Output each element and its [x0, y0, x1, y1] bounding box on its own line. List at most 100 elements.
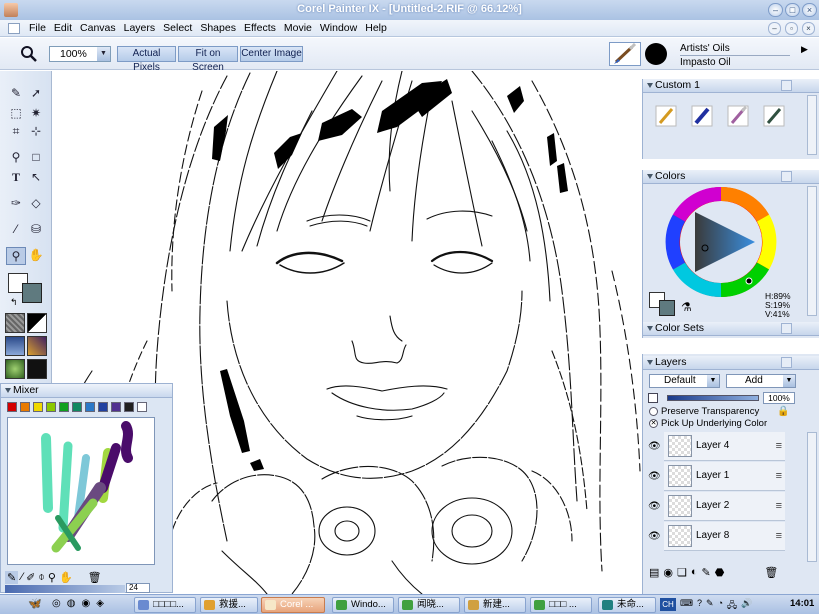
mixer-knife-icon[interactable]: ⁄ [21, 571, 23, 584]
layer-row[interactable]: Layer 1 ≡ [664, 462, 785, 491]
mixer-swatch[interactable] [33, 402, 43, 412]
help-icon[interactable]: ? [697, 598, 702, 614]
mixer-trash-icon[interactable]: 🗑 [88, 571, 102, 584]
color-sets-header[interactable]: Color Sets [643, 322, 819, 336]
nozzle-selector[interactable] [5, 359, 25, 379]
layer-row[interactable]: Layer 4 ≡ [664, 432, 785, 461]
ink-brush-icon[interactable] [689, 103, 715, 129]
mixer-swatch[interactable] [111, 402, 121, 412]
brush-selector-arrow-icon[interactable]: ▶ [801, 44, 808, 55]
layer-mask-icon[interactable]: ◐ [691, 566, 698, 579]
mixer-dropper-icon[interactable]: ✐ [26, 571, 35, 584]
taskbar-item[interactable]: Windo... [332, 597, 394, 613]
menu-select[interactable]: Select [159, 22, 196, 35]
layer-dynamic-icon[interactable]: ◉ [663, 566, 673, 579]
palette-options-icon[interactable] [781, 357, 792, 368]
color-wheel[interactable] [665, 186, 777, 298]
opacity-value[interactable]: 100% [763, 392, 795, 404]
mixer-brush-icon[interactable]: ✎ [5, 571, 19, 584]
look-selector[interactable] [27, 359, 47, 379]
close-icon[interactable]: × [802, 3, 817, 17]
quick-launch-icon[interactable]: ◎ [52, 598, 61, 609]
menu-window[interactable]: Window [316, 22, 361, 35]
grabber-icon[interactable]: ✋ [28, 247, 44, 263]
pencil-brush-icon[interactable] [653, 103, 679, 129]
magnifier-tool-icon[interactable]: ⚲ [6, 247, 26, 265]
chevron-down-icon[interactable]: ▼ [707, 375, 719, 387]
color-dropper-icon[interactable]: ⚗ [681, 300, 692, 314]
cloner-icon[interactable]: ✑ [8, 195, 24, 211]
rectangle-shape-icon[interactable]: □ [28, 149, 44, 165]
layer-eye-icon[interactable]: 👁 [648, 471, 661, 482]
eraser-icon[interactable]: ◇ [28, 195, 44, 211]
menu-shapes[interactable]: Shapes [196, 22, 240, 35]
layer-trash-icon[interactable]: 🗑 [764, 566, 778, 579]
chevron-down-icon[interactable]: ▼ [97, 47, 110, 61]
layer-visibility-mask-icon[interactable] [648, 393, 658, 403]
minimize-icon[interactable]: – [768, 3, 783, 17]
mixer-zoom-icon[interactable]: ⚲ [48, 571, 56, 584]
mixer-swatch[interactable] [98, 402, 108, 412]
volume-icon[interactable]: 🔊 [741, 598, 752, 614]
brush-names[interactable]: Artists' Oils Impasto Oil [680, 42, 790, 69]
menu-edit[interactable]: Edit [50, 22, 76, 35]
mixer-header[interactable]: Mixer [1, 384, 172, 398]
taskbar-item[interactable]: 新建... [464, 597, 526, 613]
tray-icon[interactable]: ◔ [718, 598, 723, 614]
magic-wand-icon[interactable]: ✷ [28, 105, 44, 121]
menu-effects[interactable]: Effects [240, 22, 280, 35]
main-color-swatch[interactable] [22, 283, 42, 303]
custom-palette-header[interactable]: Custom 1 [643, 79, 819, 93]
shape-selection-icon[interactable]: ↖ [28, 169, 44, 185]
language-indicator[interactable]: CH [660, 598, 676, 611]
mixer-swatch[interactable] [7, 402, 17, 412]
chevron-down-icon[interactable]: ▼ [783, 375, 795, 387]
document-icon[interactable] [8, 23, 20, 34]
menu-file[interactable]: File [25, 22, 50, 35]
quick-launch-icon[interactable]: ◉ [81, 598, 90, 609]
network-icon[interactable]: 🖧 [727, 598, 737, 614]
magnifier-icon[interactable] [20, 45, 38, 63]
brush-dab-preview[interactable] [645, 43, 667, 65]
mixer-size-slider[interactable] [5, 585, 125, 593]
doc-restore-icon[interactable]: ▫ [785, 22, 798, 35]
pattern-selector[interactable] [5, 336, 25, 356]
mixer-swatch[interactable] [137, 402, 147, 412]
colors-scrollbar[interactable] [807, 186, 817, 316]
quick-launch-icon[interactable]: ◈ [96, 598, 104, 609]
paint-bucket-icon[interactable]: ⛁ [28, 221, 44, 237]
maximize-icon[interactable]: □ [785, 3, 800, 17]
mixer-brush-size[interactable]: 24 [126, 583, 150, 593]
butterfly-start-icon[interactable]: 🦋 [28, 597, 42, 610]
layer-eye-icon[interactable]: 👁 [648, 501, 661, 512]
layer-eye-icon[interactable]: 👁 [648, 441, 661, 452]
rectangular-selection-icon[interactable]: ⬚ [8, 105, 24, 121]
mixer-swatch[interactable] [20, 402, 30, 412]
taskbar-item[interactable]: 救援... [200, 597, 258, 613]
taskbar-item-active[interactable]: Corel ... [261, 597, 325, 613]
dropper-icon[interactable]: ⁄ [8, 221, 24, 237]
opacity-slider[interactable] [667, 395, 759, 401]
transform-icon[interactable]: ⊹ [28, 123, 44, 139]
colors-header[interactable]: Colors [643, 170, 819, 184]
layer-plugin-icon[interactable]: ✎ [702, 566, 711, 579]
taskbar-item[interactable]: 未命... [598, 597, 656, 613]
layers-header[interactable]: Layers [643, 356, 819, 370]
brush-category[interactable]: Artists' Oils [680, 42, 790, 56]
taskbar-item[interactable]: 闻晓... [398, 597, 460, 613]
brush-tool-icon[interactable]: ✎ [8, 85, 24, 101]
mixer-sample-icon[interactable]: ⌽ [38, 571, 45, 584]
layer-new-icon[interactable]: ▤ [649, 566, 659, 579]
taskbar-item[interactable]: □□□□... [134, 597, 196, 613]
mixer-grab-icon[interactable]: ✋ [59, 571, 73, 584]
fit-on-screen-button[interactable]: Fit on Screen [178, 46, 238, 73]
mixer-swatch[interactable] [85, 402, 95, 412]
layer-row[interactable]: Layer 8 ≡ [664, 522, 785, 551]
menu-movie[interactable]: Movie [280, 22, 316, 35]
doc-minimize-icon[interactable]: – [768, 22, 781, 35]
center-image-button[interactable]: Center Image [240, 46, 303, 62]
palette-options-icon[interactable] [781, 171, 792, 182]
doc-close-icon[interactable]: × [802, 22, 815, 35]
mixer-swatch[interactable] [124, 402, 134, 412]
taskbar-item[interactable]: □□□ ... [530, 597, 592, 613]
